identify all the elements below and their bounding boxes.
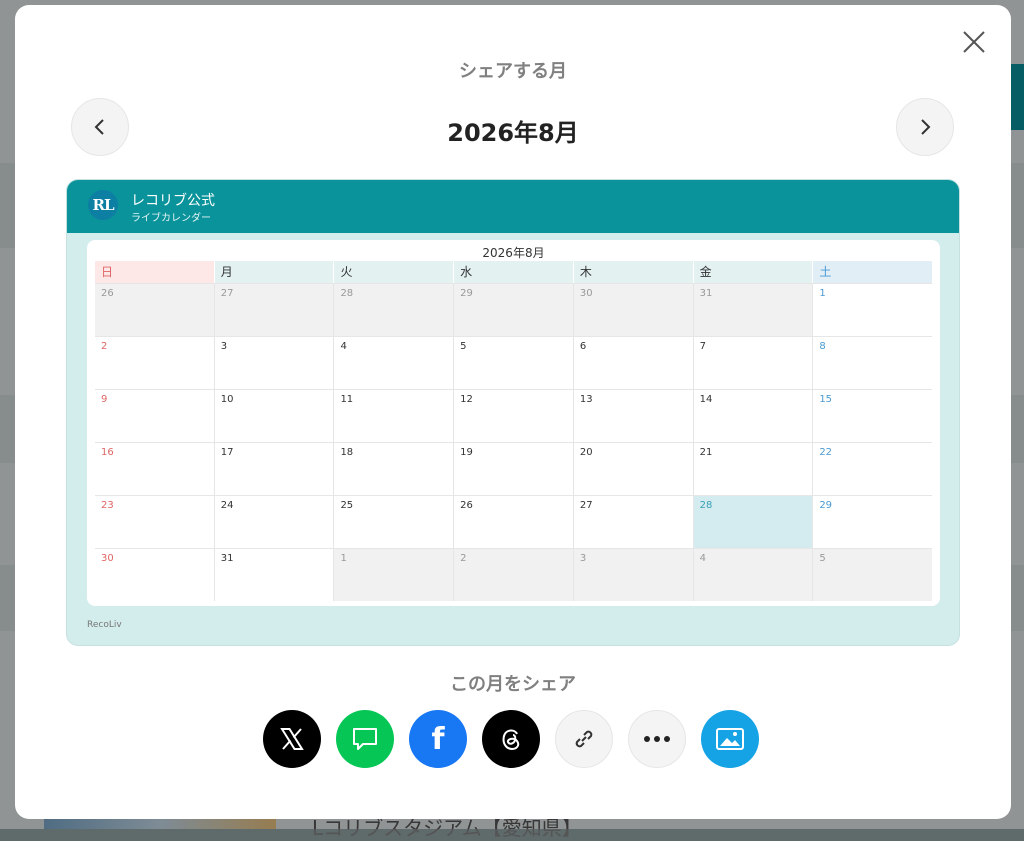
calendar-day-cell: 18 — [334, 443, 455, 495]
more-options-button[interactable] — [628, 710, 686, 768]
calendar-day-cell: 8 — [813, 337, 933, 389]
calendar-day-cell: 24 — [214, 496, 335, 548]
calendar-day-cell: 5 — [813, 549, 933, 601]
calendar-day-cell: 16 — [95, 443, 215, 495]
threads-icon — [502, 729, 520, 751]
calendar-day-cell: 21 — [693, 443, 814, 495]
calendar-day-cell: 26 — [454, 496, 574, 548]
share-facebook-button[interactable]: f — [409, 710, 467, 768]
calendar-week-row: 9 10 11 12 13 14 15 — [95, 389, 933, 442]
line-icon — [353, 728, 377, 750]
calendar-week-row: 2345678 — [95, 336, 933, 389]
share-month-modal: シェアする月 2026年8月 RL レコリブ公式 ライブカレンダー 2026年8… — [15, 5, 1011, 819]
calendar-day-cell: 15 — [813, 390, 933, 442]
calendar-day-cell: 19 — [454, 443, 574, 495]
calendar-week-row: 30 31 1 2 3 4 5 — [95, 548, 933, 601]
weekday-sun: 日 — [95, 261, 214, 283]
calendar-day-cell: 25 — [334, 496, 455, 548]
brand-logo: RL — [88, 190, 118, 220]
copy-link-button[interactable] — [555, 710, 613, 768]
calendar-day-cell: 28 — [334, 284, 455, 336]
calendar-day-cell: 10 — [214, 390, 335, 442]
calendar-day-cell: 1 — [813, 284, 933, 336]
weekday-sat: 土 — [813, 261, 933, 283]
calendar-day-cell: 3 — [573, 549, 694, 601]
calendar-day-cell: 9 — [95, 390, 215, 442]
calendar-title: 2026年8月 — [482, 246, 545, 260]
save-image-button[interactable] — [701, 710, 759, 768]
facebook-icon: f — [431, 721, 445, 757]
calendar-day-cell: 11 — [334, 390, 455, 442]
calendar-day-cell: 1 — [334, 549, 455, 601]
weekday-tue: 火 — [334, 261, 454, 283]
calendar-day-cell: 27 — [214, 284, 335, 336]
calendar-weeks: 26 27 28 29 30 31 1 2 3 4 5 6 7 8 9 10 11 12 13 14 15 16 17 18 1… — [95, 283, 933, 601]
calendar-week-row: 16 17 18 19 20 21 22 — [95, 442, 933, 495]
x-icon — [280, 728, 304, 750]
more-icon — [644, 736, 670, 742]
calendar-day-cell: 2 — [454, 549, 574, 601]
calendar-day-cell: 22 — [813, 443, 933, 495]
calendar-day-cell: 30 — [95, 549, 215, 601]
calendar-day-cell: 23 — [95, 496, 215, 548]
weekday-header-row: 日 月 火 水 木 金 土 — [95, 261, 933, 283]
calendar-day-cell: 29 — [454, 284, 574, 336]
calendar-day-cell: 28 — [693, 496, 814, 548]
brand-name: レコリブ公式 — [131, 193, 215, 209]
calendar-grid: 日 月 火 水 木 金 土 26 27 28 29 30 31 1 2 3 4 5 6 7 8 9 10 11 1… — [95, 261, 933, 601]
weekday-wed: 水 — [454, 261, 573, 283]
calendar-day-cell: 30 — [573, 284, 694, 336]
calendar-day-cell: 14 — [693, 390, 814, 442]
next-month-button[interactable] — [896, 98, 954, 156]
calendar-day-cell: 2 — [95, 337, 215, 389]
calendar-day-cell: 31 — [693, 284, 814, 336]
close-icon — [963, 31, 985, 53]
calendar-week-row: 26 27 28 29 30 31 1 — [95, 283, 933, 336]
calendar-panel: 2026年8月 日 月 火 水 木 金 土 26 27 28 29 30 31 1 2 3 4 5 6… — [87, 240, 940, 606]
share-line-button[interactable] — [336, 710, 394, 768]
weekday-thu: 木 — [573, 261, 693, 283]
chevron-right-icon — [921, 119, 931, 135]
calendar-preview-card: RL レコリブ公式 ライブカレンダー 2026年8月 日 月 火 水 木 金 土… — [66, 179, 960, 646]
calendar-day-cell: 13 — [573, 390, 694, 442]
close-button[interactable] — [959, 27, 989, 57]
calendar-day-cell: 20 — [573, 443, 694, 495]
calendar-day-cell: 29 — [813, 496, 933, 548]
weekday-mon: 月 — [214, 261, 334, 283]
calendar-day-cell: 26 — [95, 284, 215, 336]
image-icon — [716, 728, 744, 750]
share-buttons: f — [263, 710, 759, 768]
calendar-week-row: 23 24 25 26 27 28 29 — [95, 495, 933, 548]
calendar-day-cell: 17 — [214, 443, 335, 495]
calendar-day-cell: 12 — [454, 390, 574, 442]
link-icon — [575, 730, 593, 748]
month-title: 2026年8月 — [447, 119, 579, 147]
calendar-day-cell: 7 — [693, 337, 814, 389]
share-threads-button[interactable] — [482, 710, 540, 768]
calendar-day-cell: 6 — [573, 337, 694, 389]
calendar-day-cell: 4 — [693, 549, 814, 601]
calendar-day-cell: 31 — [214, 549, 335, 601]
share-x-button[interactable] — [263, 710, 321, 768]
brand-subtitle: ライブカレンダー — [131, 213, 211, 224]
calendar-day-cell: 5 — [454, 337, 574, 389]
modal-subtitle: シェアする月 — [459, 61, 567, 82]
weekday-fri: 金 — [693, 261, 813, 283]
card-header: RL レコリブ公式 ライブカレンダー — [67, 180, 959, 233]
calendar-day-cell: 3 — [214, 337, 335, 389]
card-footer: RecoLiv — [87, 620, 122, 630]
share-label: この月をシェア — [450, 674, 576, 695]
calendar-day-cell: 27 — [573, 496, 694, 548]
calendar-day-cell: 4 — [334, 337, 455, 389]
